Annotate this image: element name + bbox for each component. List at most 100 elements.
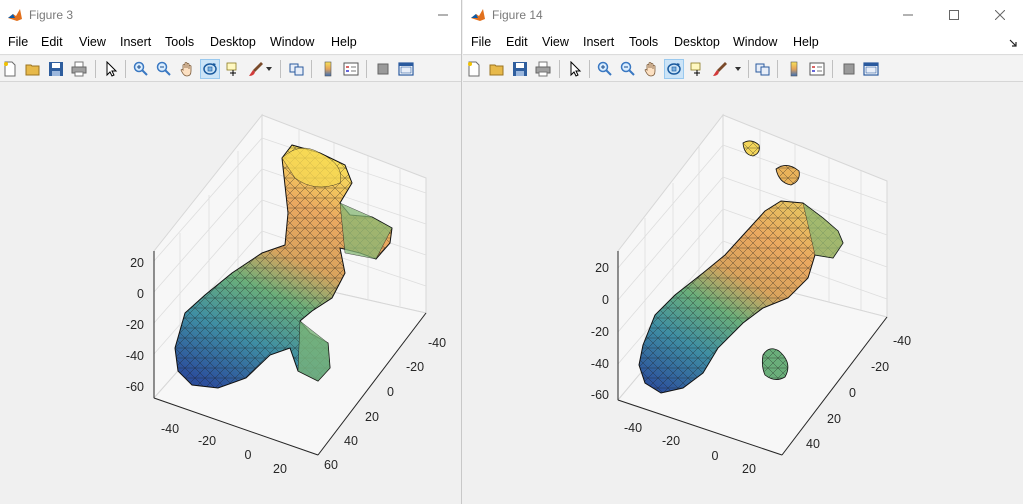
figure-canvas[interactable]: 20 0 -20 -40 -60 -40 -20 0 20 -40 -20 0 … xyxy=(463,83,1023,504)
brush-button[interactable] xyxy=(710,59,730,79)
z-tick: -20 xyxy=(126,318,144,332)
figure-toolbar xyxy=(0,56,461,82)
brush-dropdown-button[interactable] xyxy=(732,59,744,79)
brush-icon xyxy=(713,62,727,76)
link-plot-icon xyxy=(289,63,304,76)
window-title: Figure 3 xyxy=(29,8,74,22)
link-plot-button[interactable] xyxy=(753,59,773,79)
zoom-out-button[interactable] xyxy=(618,59,638,79)
z-tick: 0 xyxy=(602,293,609,307)
show-plot-tools-icon xyxy=(398,62,414,76)
axes-3d[interactable]: 20 0 -20 -40 -60 -40 -20 0 20 -40 -20 0 … xyxy=(0,83,462,504)
rotate-3d-button[interactable] xyxy=(664,59,684,79)
new-figure-button[interactable] xyxy=(0,59,20,79)
brush-dropdown-button[interactable] xyxy=(263,59,275,79)
menu-tools[interactable]: Tools xyxy=(165,35,194,49)
y-tick: 60 xyxy=(324,458,338,472)
figure-window-2: Figure 14 File Edit View Insert Tools De… xyxy=(463,0,1023,504)
hide-plot-tools-button[interactable] xyxy=(373,59,393,79)
figure-canvas[interactable]: 20 0 -20 -40 -60 -40 -20 0 20 -40 -20 0 … xyxy=(0,83,461,504)
save-button[interactable] xyxy=(46,59,66,79)
rotate-3d-button[interactable] xyxy=(200,59,220,79)
menu-help[interactable]: Help xyxy=(793,35,819,49)
rotate-3d-icon xyxy=(203,63,217,75)
close-icon xyxy=(995,10,1005,20)
menu-insert[interactable]: Insert xyxy=(583,35,614,49)
menu-view[interactable]: View xyxy=(542,35,569,49)
menu-edit[interactable]: Edit xyxy=(506,35,528,49)
x-tick: 20 xyxy=(273,462,287,476)
print-icon xyxy=(71,61,87,77)
minimize-button[interactable] xyxy=(885,0,931,30)
toolbar-separator xyxy=(95,60,96,78)
menu-file[interactable]: File xyxy=(8,35,28,49)
hide-plot-tools-icon xyxy=(843,63,855,75)
axes-3d[interactable]: 20 0 -20 -40 -60 -40 -20 0 20 -40 -20 0 … xyxy=(463,83,1023,504)
y-tick: 0 xyxy=(387,385,394,399)
pan-hand-icon xyxy=(180,62,192,77)
show-plot-tools-button[interactable] xyxy=(396,59,416,79)
print-button[interactable] xyxy=(69,59,89,79)
menu-bar: File Edit View Insert Tools Desktop Wind… xyxy=(463,30,1023,55)
title-bar[interactable]: Figure 14 xyxy=(463,0,1023,30)
link-plot-button[interactable] xyxy=(287,59,307,79)
figure-toolbar xyxy=(463,56,1023,82)
z-tick: -60 xyxy=(126,380,144,394)
x-tick: -40 xyxy=(161,422,179,436)
edit-plot-button[interactable] xyxy=(565,59,585,79)
z-tick: -20 xyxy=(591,325,609,339)
z-tick: 20 xyxy=(595,261,609,275)
menu-view[interactable]: View xyxy=(79,35,106,49)
minimize-button[interactable] xyxy=(420,0,461,30)
pan-button[interactable] xyxy=(641,59,661,79)
zoom-in-icon xyxy=(133,61,148,76)
rotate-3d-icon xyxy=(667,63,681,75)
menu-window[interactable]: Window xyxy=(733,35,777,49)
dock-arrow-icon[interactable] xyxy=(1009,39,1017,47)
x-tick: 0 xyxy=(712,449,719,463)
show-plot-tools-icon xyxy=(863,62,879,76)
open-file-button[interactable] xyxy=(487,59,507,79)
menu-insert[interactable]: Insert xyxy=(120,35,151,49)
title-bar[interactable]: Figure 3 xyxy=(0,0,461,30)
zoom-in-button[interactable] xyxy=(595,59,615,79)
menu-tools[interactable]: Tools xyxy=(629,35,658,49)
insert-colorbar-button[interactable] xyxy=(318,59,338,79)
menu-file[interactable]: File xyxy=(471,35,491,49)
save-button[interactable] xyxy=(510,59,530,79)
z-tick: -40 xyxy=(126,349,144,363)
y-tick: 40 xyxy=(806,437,820,451)
close-button[interactable] xyxy=(977,0,1023,30)
hide-plot-tools-button[interactable] xyxy=(839,59,859,79)
zoom-out-button[interactable] xyxy=(154,59,174,79)
insert-colorbar-button[interactable] xyxy=(784,59,804,79)
edit-plot-button[interactable] xyxy=(101,59,121,79)
menu-window[interactable]: Window xyxy=(270,35,314,49)
x-tick: 0 xyxy=(245,448,252,462)
colorbar-icon xyxy=(790,61,798,77)
menu-edit[interactable]: Edit xyxy=(41,35,63,49)
hide-plot-tools-icon xyxy=(377,63,389,75)
insert-legend-button[interactable] xyxy=(341,59,361,79)
zoom-in-button[interactable] xyxy=(131,59,151,79)
y-tick: -40 xyxy=(428,336,446,350)
new-figure-button[interactable] xyxy=(464,59,484,79)
menu-desktop[interactable]: Desktop xyxy=(674,35,720,49)
menu-desktop[interactable]: Desktop xyxy=(210,35,256,49)
maximize-button[interactable] xyxy=(931,0,977,30)
insert-legend-button[interactable] xyxy=(807,59,827,79)
print-button[interactable] xyxy=(533,59,553,79)
save-icon xyxy=(49,62,63,76)
pan-button[interactable] xyxy=(177,59,197,79)
data-cursor-button[interactable] xyxy=(223,59,243,79)
y-tick: -20 xyxy=(406,360,424,374)
y-tick: 20 xyxy=(827,412,841,426)
open-file-button[interactable] xyxy=(23,59,43,79)
toolbar-separator xyxy=(589,60,590,78)
select-arrow-icon xyxy=(570,61,582,77)
minimize-icon xyxy=(438,14,448,16)
data-cursor-button[interactable] xyxy=(687,59,707,79)
show-plot-tools-button[interactable] xyxy=(861,59,881,79)
menu-help[interactable]: Help xyxy=(331,35,357,49)
z-tick-labels: 20 0 -20 -40 -60 xyxy=(591,261,609,402)
